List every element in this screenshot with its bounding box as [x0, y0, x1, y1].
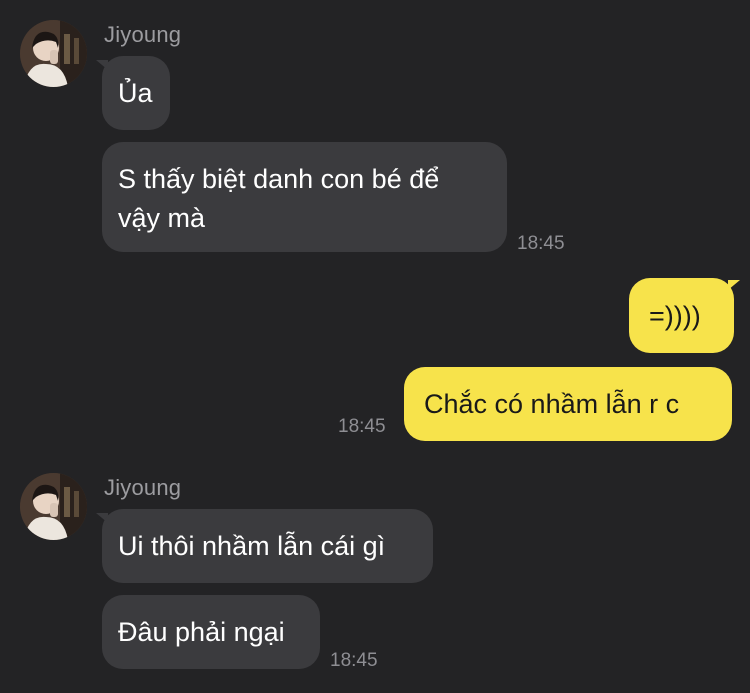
message-text: Đâu phải ngại [118, 617, 285, 647]
message-text: Ủa [118, 78, 153, 108]
message-bubble[interactable]: =)))) [629, 278, 734, 353]
message-bubble[interactable]: Ui thôi nhầm lẫn cái gì [102, 509, 433, 583]
message-bubble[interactable]: Ủa [102, 56, 170, 130]
message-timestamp: 18:45 [517, 233, 565, 254]
sender-name: Jiyoung [104, 22, 182, 47]
message-text: =)))) [649, 301, 701, 331]
message-bubble[interactable]: S thấy biệt danh con bé để vậy mà [102, 142, 507, 252]
sender-name: Jiyoung [104, 475, 182, 500]
avatar[interactable] [20, 20, 87, 87]
message-text: Chắc có nhầm lẫn r c [424, 389, 680, 419]
message-timestamp: 18:45 [338, 416, 386, 437]
message-bubble[interactable]: Đâu phải ngại [102, 595, 320, 669]
avatar-image [20, 473, 87, 540]
message-text: S thấy biệt danh con bé để vậy mà [118, 164, 440, 233]
avatar[interactable] [20, 473, 87, 540]
avatar-image [20, 20, 87, 87]
message-timestamp: 18:45 [330, 650, 378, 671]
message-text: Ui thôi nhầm lẫn cái gì [118, 531, 386, 561]
message-bubble[interactable]: Chắc có nhầm lẫn r c [404, 367, 732, 441]
